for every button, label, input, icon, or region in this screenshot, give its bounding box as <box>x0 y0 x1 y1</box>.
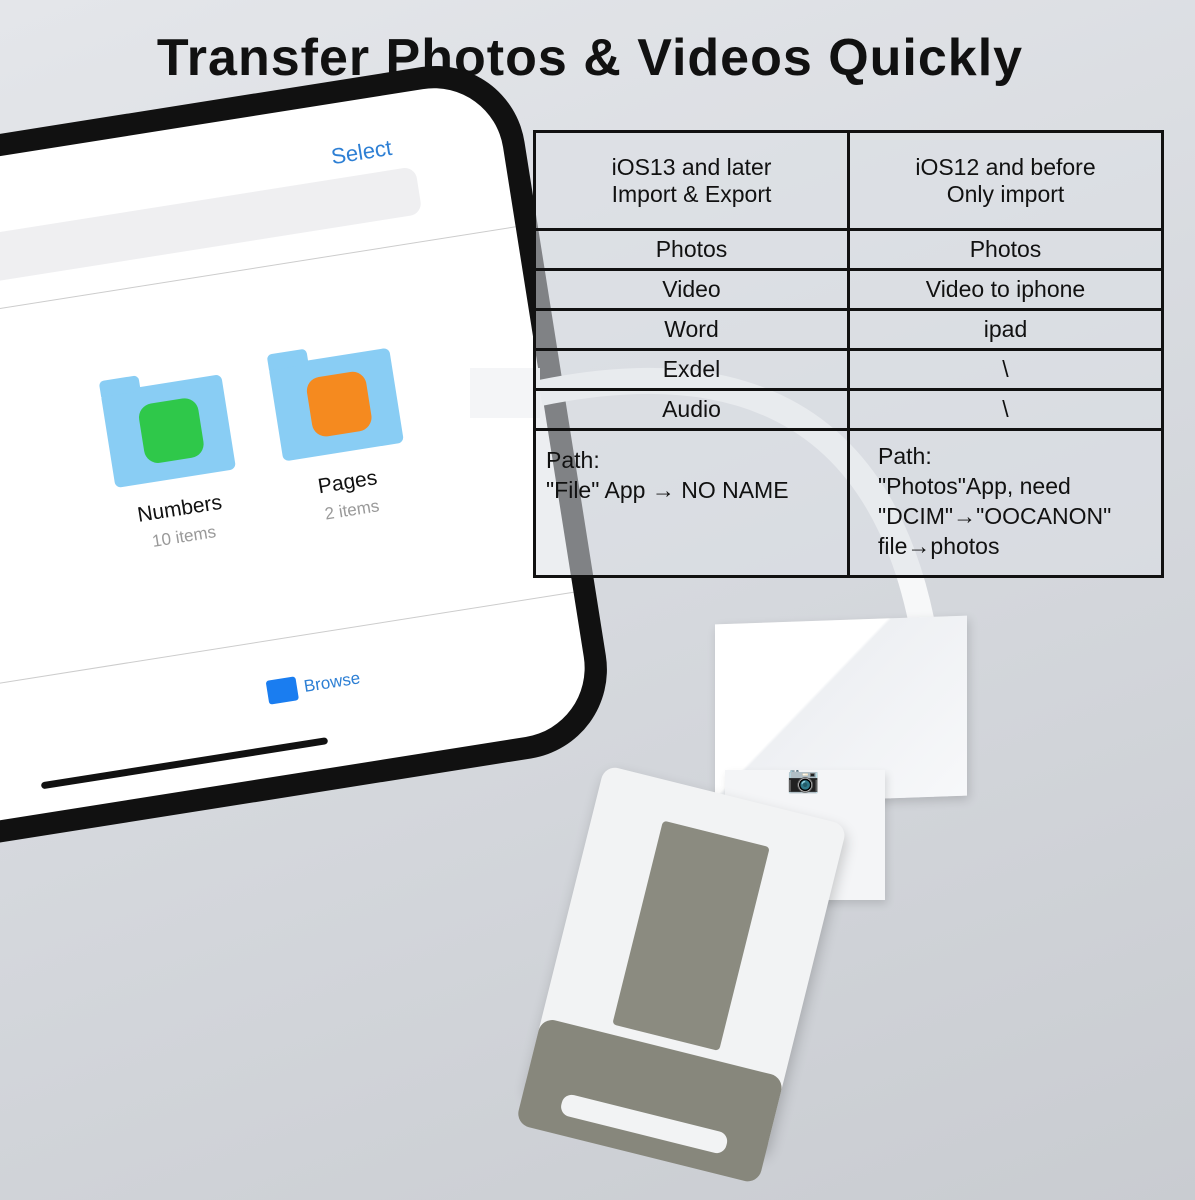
header-ios12: iOS12 and before Only import <box>847 130 1164 231</box>
cell: Photos <box>847 228 1164 271</box>
cell: \ <box>847 348 1164 391</box>
compatibility-table: iOS13 and later Import & Export iOS12 and… <box>533 130 1164 578</box>
cell: Video <box>533 268 850 311</box>
cell: ipad <box>847 308 1164 351</box>
cell: \ <box>847 388 1164 431</box>
header-ios13: iOS13 and later Import & Export <box>533 130 850 231</box>
cell: Photos <box>533 228 850 271</box>
cell: Video to iphone <box>847 268 1164 311</box>
path-ios12: Path: "Photos"App, need "DCIM"→"OOCANON" fi… <box>847 428 1164 578</box>
cell: Audio <box>533 388 850 431</box>
path-ios13: Path: "File" App → NO NAME <box>533 428 850 578</box>
cell: Exdel <box>533 348 850 391</box>
cell: Word <box>533 308 850 351</box>
camera-icon: 📷 <box>787 764 820 794</box>
drive-label <box>612 820 770 1051</box>
